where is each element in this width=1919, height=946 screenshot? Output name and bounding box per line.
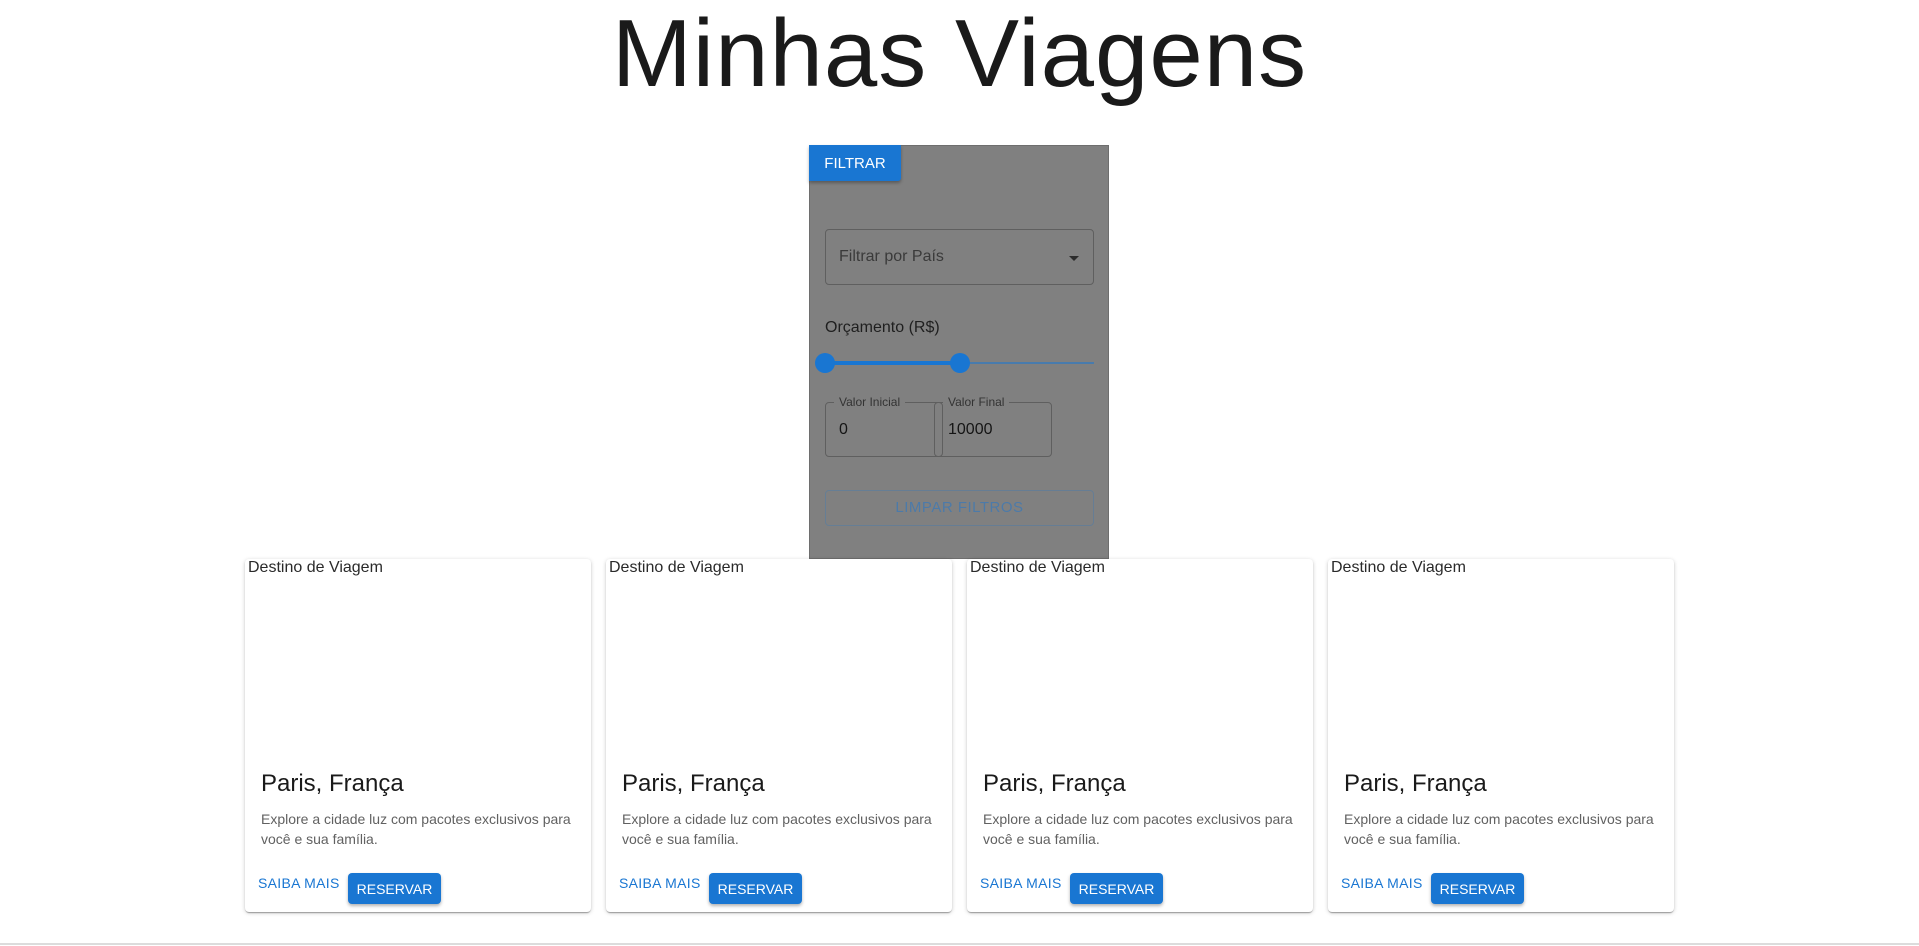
clear-filters-button[interactable]: LIMPAR FILTROS [825,490,1094,526]
max-value-field[interactable]: Valor Final [934,395,1052,457]
budget-slider[interactable] [815,353,1094,373]
budget-label: Orçamento (R$) [825,319,940,336]
learn-more-button[interactable]: SAIBA MAIS [980,875,1062,891]
reserve-button[interactable]: RESERVAR [709,873,802,904]
card-image: Destino de Viagem [1328,559,1674,753]
reserve-button[interactable]: RESERVAR [1431,873,1524,904]
slider-thumb-min[interactable] [815,353,835,373]
learn-more-button[interactable]: SAIBA MAIS [258,875,340,891]
card-title: Paris, França [622,770,765,797]
card-image: Destino de Viagem [967,559,1313,753]
card-image-alt: Destino de Viagem [248,559,383,576]
max-value-label: Valor Final [943,395,1010,409]
bottom-divider [0,943,1919,945]
min-value-label: Valor Inicial [834,395,906,409]
card-description: Explore a cidade luz com pacotes exclusi… [1344,811,1654,847]
card-image: Destino de Viagem [245,559,591,753]
broken-image-icon [245,561,247,575]
country-select[interactable]: Filtrar por País [825,229,1094,285]
broken-image-icon [1328,561,1330,575]
arrow-drop-down-icon [1069,256,1079,261]
destination-card: Destino de Viagem Paris, França Explore … [606,559,952,912]
filter-panel: FILTRAR Filtrar por País Orçamento (R$) … [809,145,1109,559]
learn-more-button[interactable]: SAIBA MAIS [619,875,701,891]
destination-card: Destino de Viagem Paris, França Explore … [1328,559,1674,912]
card-image-alt: Destino de Viagem [970,559,1105,576]
card-image-alt: Destino de Viagem [1331,559,1466,576]
card-description: Explore a cidade luz com pacotes exclusi… [983,811,1293,847]
card-title: Paris, França [261,770,404,797]
destination-card: Destino de Viagem Paris, França Explore … [967,559,1313,912]
page-title: Minhas Viagens [611,0,1308,107]
broken-image-icon [967,561,969,575]
broken-image-icon [606,561,608,575]
reserve-button[interactable]: RESERVAR [1070,873,1163,904]
learn-more-button[interactable]: SAIBA MAIS [1341,875,1423,891]
filter-button[interactable]: FILTRAR [809,145,901,181]
card-description: Explore a cidade luz com pacotes exclusi… [622,811,932,847]
reserve-button[interactable]: RESERVAR [348,873,441,904]
slider-track [825,361,960,365]
destination-card: Destino de Viagem Paris, França Explore … [245,559,591,912]
min-value-input[interactable] [839,421,929,439]
country-select-placeholder: Filtrar por País [839,248,944,265]
max-value-input[interactable] [948,421,1038,439]
slider-thumb-max[interactable] [949,353,970,373]
card-description: Explore a cidade luz com pacotes exclusi… [261,811,571,847]
card-title: Paris, França [983,770,1126,797]
min-value-field[interactable]: Valor Inicial [825,395,943,457]
card-image-alt: Destino de Viagem [609,559,744,576]
card-image: Destino de Viagem [606,559,952,753]
card-title: Paris, França [1344,770,1487,797]
